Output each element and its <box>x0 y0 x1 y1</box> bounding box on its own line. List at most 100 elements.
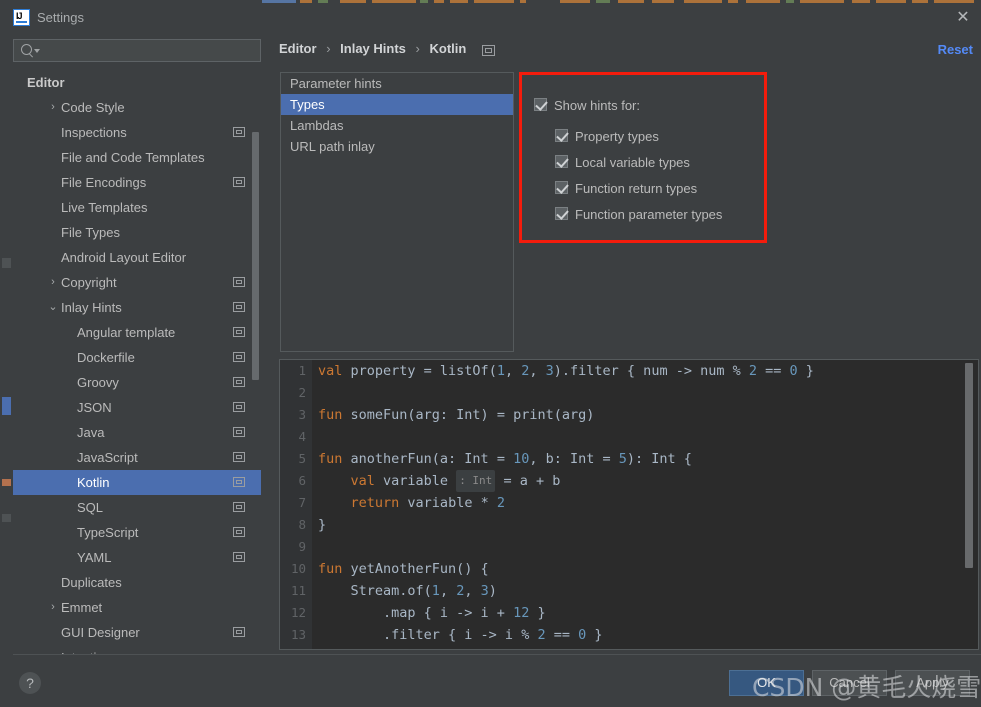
settings-sidebar: Editor › Code Style Inspections File and Cod… <box>13 32 261 654</box>
background-code-tick <box>450 0 468 3</box>
sidebar-item-file-types[interactable]: File Types <box>13 220 261 245</box>
intellij-logo-underline <box>16 21 27 23</box>
background-code-tick <box>474 0 514 3</box>
code-line: 11 Stream.of(1, 2, 3) <box>280 580 978 602</box>
sidebar-item-javascript[interactable]: JavaScript <box>13 445 261 470</box>
search-input[interactable] <box>42 42 256 61</box>
sidebar-item-json[interactable]: JSON <box>13 395 261 420</box>
background-code-tick <box>420 0 428 3</box>
sidebar-item-inspections[interactable]: Inspections <box>13 120 261 145</box>
sidebar-item-label: Code Style <box>61 100 125 115</box>
code-preview-editor[interactable]: 1 val property = listOf(1, 2, 3).filter {… <box>279 359 979 650</box>
code-line: 6 val variable : Int = a + b <box>280 470 978 492</box>
modified-setting-badge-icon <box>233 627 245 637</box>
chevron-down-icon[interactable] <box>34 49 40 53</box>
checkbox-icon[interactable] <box>555 207 569 220</box>
hint-group-types[interactable]: Types <box>281 94 513 115</box>
checkbox-label: Property types <box>575 129 659 144</box>
background-code-tick <box>934 0 974 3</box>
dialog-title: Settings <box>37 10 84 25</box>
sidebar-item-groovy[interactable]: Groovy <box>13 370 261 395</box>
checkbox-icon[interactable] <box>534 98 548 111</box>
sidebar-item-label: Inlay Hints <box>61 300 122 315</box>
sidebar-item-inlay-hints[interactable]: ⌄ Inlay Hints <box>13 295 261 320</box>
sidebar-item-label: Java <box>77 425 105 440</box>
modified-setting-badge-icon <box>233 552 245 562</box>
background-code-tick <box>912 0 928 3</box>
apply-button[interactable]: Apply <box>895 670 970 696</box>
line-number: 11 <box>290 583 306 598</box>
checkbox-label: Local variable types <box>575 155 690 170</box>
sidebar-item-angular-template[interactable]: Angular template <box>13 320 261 345</box>
hint-group-parameter-hints[interactable]: Parameter hints <box>281 73 513 94</box>
editor-scrollbar[interactable] <box>965 363 973 646</box>
sidebar-item-sql[interactable]: SQL <box>13 495 261 520</box>
chevron-right-icon[interactable]: › <box>47 595 59 620</box>
check-mark-icon <box>556 129 569 142</box>
sidebar-item-live-templates[interactable]: Live Templates <box>13 195 261 220</box>
code-line-text: fun anotherFun(a: Int = 10, b: Int = 5):… <box>318 451 692 467</box>
intellij-logo-text: IJ <box>16 11 23 21</box>
cancel-button[interactable]: Cancel <box>812 670 887 696</box>
sidebar-item-copyright[interactable]: › Copyright <box>13 270 261 295</box>
reset-button[interactable]: Reset <box>938 42 973 57</box>
sidebar-item-android-layout-editor[interactable]: Android Layout Editor <box>13 245 261 270</box>
code-line: 8} <box>280 514 978 536</box>
checkbox-icon[interactable] <box>555 155 569 168</box>
background-code-tick <box>596 0 610 3</box>
code-line: 13 .filter { i -> i % 2 == 0 } <box>280 624 978 646</box>
sidebar-item-label: Copyright <box>61 275 117 290</box>
check-mark-icon <box>556 207 569 220</box>
search-box[interactable] <box>13 39 261 62</box>
chevron-down-icon[interactable]: ⌄ <box>47 295 59 320</box>
dialog-title-bar: IJ Settings ✕ <box>13 4 981 32</box>
sidebar-item-intentions[interactable]: Intentions <box>13 645 261 654</box>
settings-tree: Editor › Code Style Inspections File and Cod… <box>13 70 261 654</box>
background-code-tick <box>876 0 906 3</box>
sidebar-item-kotlin[interactable]: Kotlin <box>13 470 261 495</box>
ok-button[interactable]: OK <box>729 670 804 696</box>
checkbox-label: Function parameter types <box>575 207 723 222</box>
code-line-text: return variable * 2 <box>350 495 505 511</box>
help-icon[interactable]: ? <box>19 672 41 694</box>
hint-group-url-path-inlay[interactable]: URL path inlay <box>281 136 513 157</box>
breadcrumb-item-kotlin[interactable]: Kotlin <box>430 41 467 56</box>
breadcrumb-item-inlay-hints[interactable]: Inlay Hints <box>340 41 406 56</box>
sidebar-item-file-and-code-templates[interactable]: File and Code Templates <box>13 145 261 170</box>
sidebar-item-typescript[interactable]: TypeScript <box>13 520 261 545</box>
sidebar-item-file-encodings[interactable]: File Encodings <box>13 170 261 195</box>
sidebar-item-java[interactable]: Java <box>13 420 261 445</box>
breadcrumb-item-editor[interactable]: Editor <box>279 41 317 56</box>
sidebar-item-yaml[interactable]: YAML <box>13 545 261 570</box>
chevron-right-icon[interactable]: › <box>47 270 59 295</box>
checkbox-icon[interactable] <box>555 129 569 142</box>
checkbox-icon[interactable] <box>555 181 569 194</box>
sidebar-item-gui-designer[interactable]: GUI Designer <box>13 620 261 645</box>
sidebar-item-dockerfile[interactable]: Dockerfile <box>13 345 261 370</box>
sidebar-item-duplicates[interactable]: Duplicates <box>13 570 261 595</box>
sidebar-item-label: JavaScript <box>77 450 138 465</box>
code-line-text: } <box>318 517 327 533</box>
line-number: 12 <box>290 605 306 620</box>
sidebar-item-label: Kotlin <box>77 475 110 490</box>
search-icon-handle <box>28 53 34 58</box>
close-icon[interactable]: ✕ <box>953 9 973 27</box>
sidebar-item-emmet[interactable]: › Emmet <box>13 595 261 620</box>
hint-options-panel: Show hints for: Property types Local varia… <box>519 72 767 243</box>
background-code-tick <box>746 0 780 3</box>
modified-setting-badge-icon <box>233 327 245 337</box>
background-code-tick <box>560 0 590 3</box>
line-number: 9 <box>298 539 306 554</box>
background-code-tick <box>372 0 416 3</box>
line-number: 8 <box>298 517 306 532</box>
hint-group-lambdas[interactable]: Lambdas <box>281 115 513 136</box>
sidebar-item-code-style[interactable]: › Code Style <box>13 95 261 120</box>
sidebar-item-editor[interactable]: Editor <box>13 70 261 95</box>
code-line-text: .map { i -> i + 12 } <box>318 605 546 621</box>
editor-scrollbar-thumb[interactable] <box>965 363 973 568</box>
modified-setting-badge-icon <box>233 527 245 537</box>
line-number: 5 <box>298 451 306 466</box>
background-code-tick <box>786 0 794 3</box>
chevron-right-icon[interactable]: › <box>47 95 59 120</box>
sidebar-item-label: Emmet <box>61 600 103 615</box>
